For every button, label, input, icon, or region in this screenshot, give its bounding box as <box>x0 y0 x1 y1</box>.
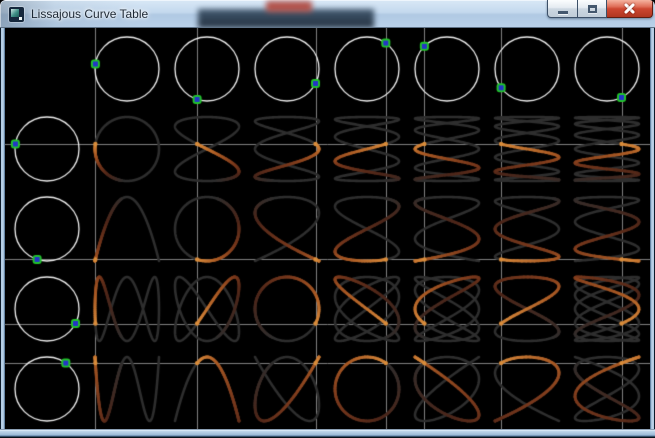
maximize-button[interactable] <box>578 0 607 18</box>
window-icon[interactable] <box>9 7 24 22</box>
window-frame-bottom <box>0 429 655 438</box>
titlebar-glass-reflection-red <box>266 1 312 12</box>
window-icon-dot <box>19 17 22 20</box>
minimize-icon <box>558 11 568 14</box>
close-button[interactable] <box>607 0 653 18</box>
window-frame-right <box>650 28 655 429</box>
titlebar[interactable]: Lissajous Curve Table <box>0 0 655 28</box>
sketch-area <box>5 28 650 429</box>
window-controls <box>547 0 653 18</box>
close-icon <box>623 2 636 15</box>
window-title: Lissajous Curve Table <box>31 6 148 22</box>
lissajous-table-canvas <box>5 28 650 429</box>
window-icon-glyph <box>11 9 19 17</box>
maximize-icon <box>588 5 597 13</box>
app-window: Lissajous Curve Table <box>0 0 655 438</box>
minimize-button[interactable] <box>547 0 578 18</box>
